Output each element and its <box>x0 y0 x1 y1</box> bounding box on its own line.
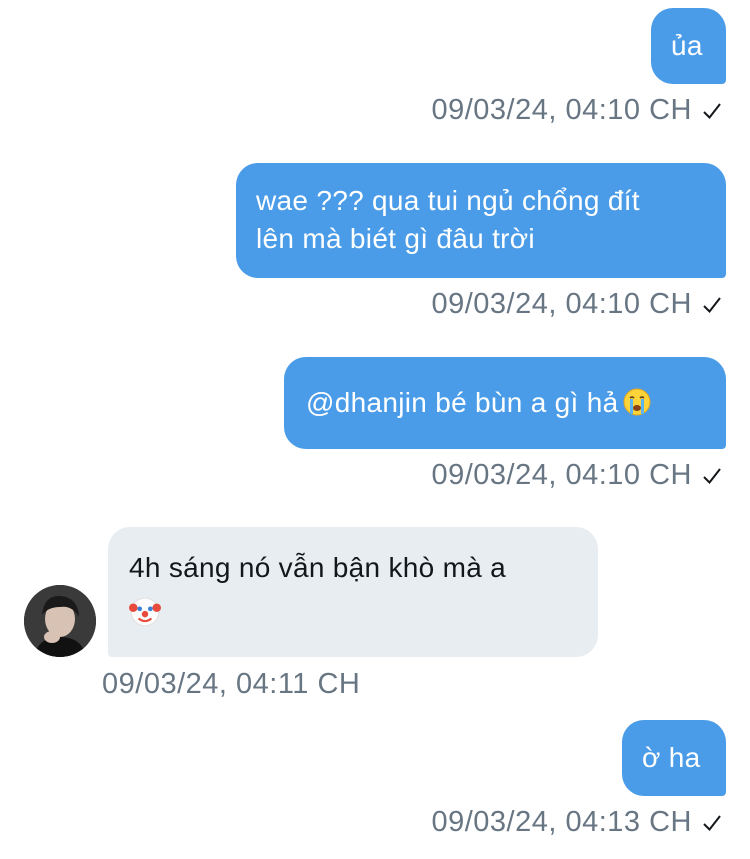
message-timestamp: 09/03/24, 04:13 CH <box>431 806 722 839</box>
message-timestamp: 09/03/24, 04:11 CH <box>102 668 361 700</box>
message-text-line: wae ??? qua tui ngủ chổng đít <box>256 185 640 216</box>
message-text: ờ ha <box>642 742 701 773</box>
avatar-image <box>24 585 96 657</box>
crying-face-icon <box>623 388 651 416</box>
message-bubble-incoming[interactable]: 4h sáng nó vẫn bận khò mà a <box>108 527 598 657</box>
message-emoji-line <box>129 595 598 633</box>
message-timestamp: 09/03/24, 04:10 CH <box>431 459 722 492</box>
message-text-line: 4h sáng nó vẫn bận khò mà a <box>129 552 507 583</box>
check-icon <box>703 103 721 120</box>
message-bubble-outgoing[interactable]: @dhanjin bé bùn a gì hả <box>284 357 726 449</box>
message-bubble-outgoing[interactable]: ủa <box>651 8 726 84</box>
check-icon <box>703 468 721 485</box>
message-text-line: lên mà biét gì đâu trời <box>256 223 535 254</box>
message-timestamp: 09/03/24, 04:10 CH <box>431 288 722 321</box>
check-icon <box>703 815 721 832</box>
message-bubble-outgoing[interactable]: ờ ha <box>622 720 726 796</box>
message-bubble-outgoing[interactable]: wae ??? qua tui ngủ chổng đít lên mà bié… <box>236 163 726 278</box>
check-icon <box>703 297 721 314</box>
user-avatar[interactable] <box>24 585 96 657</box>
message-text: @dhanjin bé bùn a gì hả <box>306 387 619 418</box>
message-text: ủa <box>671 30 703 61</box>
clown-face-icon <box>129 597 161 627</box>
message-timestamp: 09/03/24, 04:10 CH <box>431 94 722 127</box>
